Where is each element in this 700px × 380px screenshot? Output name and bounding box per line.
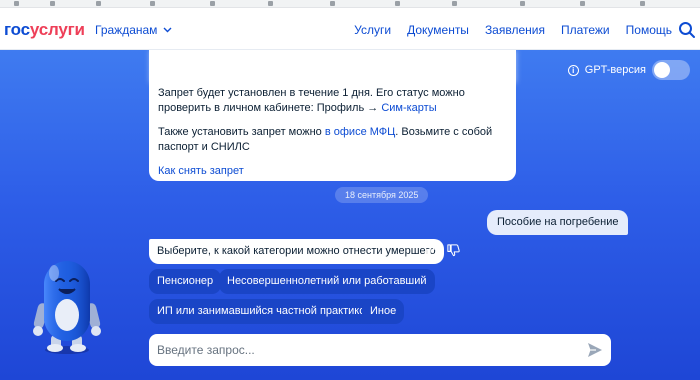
- user-message: Пособие на погребение: [487, 210, 629, 235]
- search-icon[interactable]: [678, 21, 696, 39]
- blurred-area: [150, 50, 516, 83]
- nav-services[interactable]: Услуги: [354, 23, 391, 37]
- gpt-version-toggle[interactable]: [652, 60, 690, 80]
- message-paragraph: Как снять запрет: [158, 164, 507, 179]
- citizens-menu[interactable]: Гражданам: [95, 23, 172, 37]
- chat-input-box: [149, 334, 611, 366]
- thumbs-down-icon[interactable]: [446, 243, 461, 258]
- info-icon[interactable]: i: [567, 64, 579, 76]
- rating-controls: [425, 243, 461, 258]
- gpt-version-control: i GPT-версия: [567, 60, 690, 80]
- browser-bookmarks-bar: [0, 0, 700, 8]
- chat-area: i GPT-версия Запрет будет установлен в т…: [0, 50, 700, 380]
- robot-mascot: [33, 261, 101, 354]
- message-paragraph: Запрет будет установлен в течение 1 дня.…: [158, 87, 465, 114]
- thumbs-up-icon[interactable]: [425, 243, 440, 258]
- citizens-label: Гражданам: [95, 23, 158, 37]
- chevron-down-icon: [163, 27, 172, 33]
- message-paragraph: Также установить запрет можно в офисе МФ…: [158, 126, 493, 153]
- nav-payments[interactable]: Платежи: [561, 23, 610, 37]
- mfc-office-link[interactable]: в офисе МФЦ: [325, 126, 395, 138]
- nav-applications[interactable]: Заявления: [485, 23, 545, 37]
- chat-input[interactable]: [157, 334, 577, 366]
- gpt-version-label: GPT-версия: [584, 64, 646, 76]
- gosuslugi-logo[interactable]: госуслуги: [4, 20, 85, 40]
- main-nav: Услуги Документы Заявления Платежи Помощ…: [354, 23, 672, 37]
- option-entrepreneur[interactable]: ИП или занимавшийся частной практикой: [149, 299, 380, 324]
- option-minor-or-employed[interactable]: Несовершеннолетний или работавший: [219, 269, 435, 294]
- nav-documents[interactable]: Документы: [407, 23, 469, 37]
- site-header: госуслуги Гражданам Услуги Документы Зая…: [0, 8, 700, 50]
- remove-ban-link[interactable]: Как снять запрет: [158, 165, 244, 177]
- bot-question: Выберите, к какой категории можно отнест…: [149, 239, 444, 264]
- nav-help[interactable]: Помощь: [626, 23, 672, 37]
- option-other[interactable]: Иное: [362, 299, 405, 324]
- date-separator: 18 сентября 2025: [335, 187, 429, 203]
- sim-cards-link[interactable]: Сим-карты: [381, 102, 436, 114]
- send-icon[interactable]: [586, 341, 604, 359]
- option-pensioner[interactable]: Пенсионер: [149, 269, 222, 294]
